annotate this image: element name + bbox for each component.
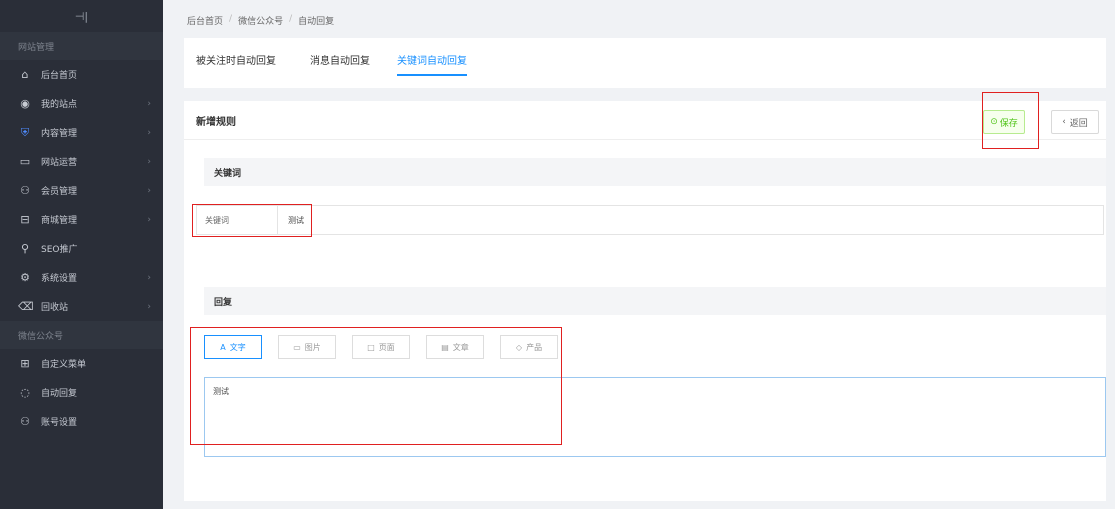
keyword-input[interactable]: 测试 <box>278 206 1103 234</box>
sidebar-group-title: 网站管理 <box>0 32 163 60</box>
chevron-right-icon: › <box>147 185 151 196</box>
tab-keyword-reply[interactable]: 关键词自动回复 <box>397 52 467 76</box>
chat-icon: ◌ <box>20 386 30 399</box>
sidebar-item-label: 会员管理 <box>41 187 78 197</box>
sidebar-item-label: 商城管理 <box>41 216 78 226</box>
image-icon: ▭ <box>293 342 301 352</box>
shop-icon: ⊟ <box>20 213 30 226</box>
reply-section-header: 回复 <box>204 287 1106 315</box>
sidebar-item-custom-menu[interactable]: ⊞ 自定义菜单 <box>0 349 163 378</box>
keyword-section-header: 关键词 <box>204 158 1106 186</box>
sidebar-item-seo[interactable]: ⚲ SEO推广 <box>0 234 163 263</box>
save-button[interactable]: ⊙ 保存 <box>983 110 1025 134</box>
sidebar-item-members[interactable]: ⚇ 会员管理 › <box>0 176 163 205</box>
sidebar-item-label: SEO推广 <box>41 245 78 255</box>
page-icon: □ <box>367 342 375 352</box>
reply-type-label: 产品 <box>526 342 543 352</box>
sidebar-item-label: 网站运营 <box>41 158 78 168</box>
breadcrumb-separator: / <box>229 14 233 24</box>
chevron-right-icon: › <box>147 156 151 167</box>
sidebar-item-home[interactable]: ⌂ 后台首页 <box>0 60 163 89</box>
sidebar-item-label: 自定义菜单 <box>41 360 87 370</box>
tab-follow-reply[interactable]: 被关注时自动回复 <box>196 52 276 74</box>
product-icon: ◇ <box>515 342 523 352</box>
sidebar-item-content[interactable]: ⛨ 内容管理 › <box>0 118 163 147</box>
save-label: 保存 <box>999 118 1018 129</box>
sidebar-item-settings[interactable]: ⚙ 系统设置 › <box>0 263 163 292</box>
chevron-left-icon: ‹ <box>1062 117 1066 127</box>
gear-icon: ⚙ <box>20 271 30 284</box>
breadcrumb-separator: / <box>289 14 293 24</box>
breadcrumb-item[interactable]: 后台首页 <box>187 14 223 27</box>
grid-icon: ⊞ <box>20 357 30 370</box>
check-circle-icon: ⊙ <box>990 117 998 127</box>
users-icon: ⚇ <box>20 184 30 197</box>
search-icon: ⚲ <box>20 242 30 255</box>
breadcrumb-item: 自动回复 <box>298 17 335 27</box>
chevron-right-icon: › <box>147 301 151 312</box>
sidebar-item-recycle[interactable]: ⌫ 回收站 › <box>0 292 163 321</box>
article-icon: ▤ <box>441 342 449 352</box>
sidebar-item-label: 我的站点 <box>41 100 78 110</box>
sidebar-item-account[interactable]: ⚇ 账号设置 <box>0 407 163 436</box>
breadcrumb-item[interactable]: 微信公众号 <box>238 14 283 27</box>
tab-message-reply[interactable]: 消息自动回复 <box>310 52 370 74</box>
collapse-icon[interactable]: ⊣| <box>0 0 163 32</box>
reply-type-label: 页面 <box>378 342 395 352</box>
sidebar-item-label: 自动回复 <box>41 389 78 399</box>
sidebar-item-operations[interactable]: ▭ 网站运营 › <box>0 147 163 176</box>
chevron-right-icon: › <box>147 127 151 138</box>
text-icon: A <box>220 342 226 352</box>
home-icon: ⌂ <box>21 68 29 81</box>
sidebar: ⊣| 网站管理 ⌂ 后台首页 ◉ 我的站点 › ⛨ 内容管理 › ▭ 网站运营 … <box>0 0 163 509</box>
reply-type-label: 文章 <box>452 342 469 352</box>
back-button[interactable]: ‹ 返回 <box>1051 110 1099 134</box>
sidebar-item-label: 后台首页 <box>41 71 78 81</box>
monitor-icon: ▭ <box>19 155 31 168</box>
globe-icon: ◉ <box>20 97 30 110</box>
sidebar-item-label: 回收站 <box>41 303 69 313</box>
reply-type-label: 文字 <box>229 342 246 352</box>
reply-textarea[interactable]: 测试 <box>204 377 1106 457</box>
back-label: 返回 <box>1069 118 1088 129</box>
sidebar-item-auto-reply[interactable]: ◌ 自动回复 <box>0 378 163 407</box>
keyword-label: 关键词 <box>197 206 278 234</box>
breadcrumb: 后台首页 / 微信公众号 / 自动回复 <box>187 14 334 27</box>
sidebar-item-my-sites[interactable]: ◉ 我的站点 › <box>0 89 163 118</box>
sidebar-item-label: 账号设置 <box>41 418 78 428</box>
rule-editor: 新增规则 ⊙ 保存 ‹ 返回 关键词 关键词 测试 回复 A 文字 ▭ 图片 □… <box>184 92 1106 501</box>
main-content: 后台首页 / 微信公众号 / 自动回复 被关注时自动回复 消息自动回复 关键词自… <box>163 0 1115 509</box>
sidebar-item-label: 内容管理 <box>41 129 78 139</box>
reply-type-text[interactable]: A 文字 <box>204 335 262 359</box>
reply-type-label: 图片 <box>304 342 321 352</box>
reply-type-article[interactable]: ▤ 文章 <box>426 335 484 359</box>
reply-type-page[interactable]: □ 页面 <box>352 335 410 359</box>
sidebar-item-label: 系统设置 <box>41 274 78 284</box>
trash-icon: ⌫ <box>18 300 34 313</box>
chevron-right-icon: › <box>147 272 151 283</box>
chevron-right-icon: › <box>147 214 151 225</box>
tab-bar: 被关注时自动回复 消息自动回复 关键词自动回复 <box>184 38 1106 88</box>
reply-type-product[interactable]: ◇ 产品 <box>500 335 558 359</box>
sidebar-group-title: 微信公众号 <box>0 321 163 349</box>
keyword-field: 关键词 测试 <box>196 205 1104 235</box>
page-title: 新增规则 <box>184 101 1106 140</box>
reply-type-image[interactable]: ▭ 图片 <box>278 335 336 359</box>
shield-icon: ⛨ <box>20 125 30 139</box>
sidebar-item-shop[interactable]: ⊟ 商城管理 › <box>0 205 163 234</box>
chevron-right-icon: › <box>147 98 151 109</box>
user-icon: ⚇ <box>20 415 30 428</box>
